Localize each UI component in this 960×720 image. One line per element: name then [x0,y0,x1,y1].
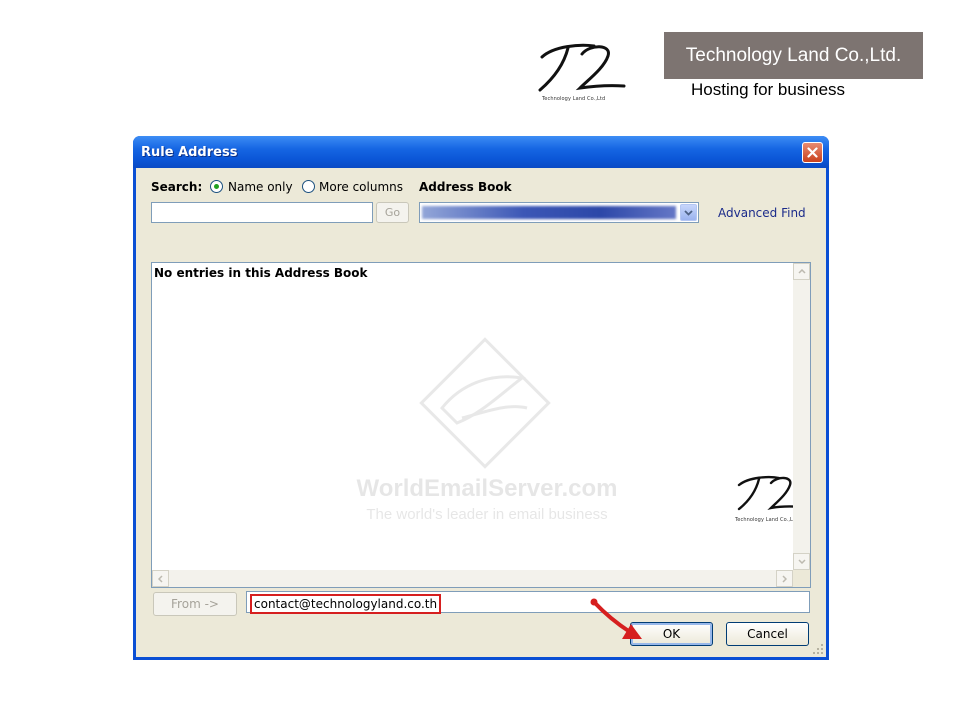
empty-list-message: No entries in this Address Book [154,266,368,280]
radio-more-columns[interactable] [302,180,315,193]
scroll-left-button[interactable] [152,570,169,587]
list-logo-caption: Technology Land Co.,Ltd [735,517,799,523]
cancel-button[interactable]: Cancel [726,622,809,646]
chevron-down-icon [684,209,693,216]
dialog-title: Rule Address [141,145,238,160]
address-book-select[interactable] [419,202,699,223]
from-field-value: contact@technologyland.co.th [250,594,442,614]
title-bar[interactable]: Rule Address [133,136,829,168]
radio-name-only[interactable] [210,180,223,193]
resize-grip-icon[interactable] [812,643,824,655]
scroll-down-button[interactable] [793,553,810,570]
close-icon [807,147,818,158]
from-button[interactable]: From -> [153,592,237,616]
search-input[interactable] [151,202,373,223]
vertical-scrollbar[interactable] [793,263,810,570]
logo-caption: Technology Land Co.,Ltd [542,96,606,102]
search-label: Search: [151,180,203,194]
watermark-title: WorldEmailServer.com [356,475,618,502]
watermark-graphic [419,337,551,469]
scrollbar-corner [793,570,810,587]
from-field[interactable]: contact@technologyland.co.th [246,591,810,614]
dropdown-button[interactable] [680,204,697,221]
brand-banner: Technology Land Co.,Ltd. [664,32,923,79]
watermark: WorldEmailServer.com The world's leader … [322,333,652,533]
chevron-up-icon [797,269,806,274]
company-logo: Technology Land Co.,Ltd [532,40,628,104]
ok-button[interactable]: OK [630,622,713,646]
dialog-body: Search: Name only More columns Address B… [136,168,826,657]
close-button[interactable] [802,142,823,163]
radio-name-only-label[interactable]: Name only [228,180,293,194]
address-book-label: Address Book [419,180,512,194]
horizontal-scrollbar[interactable] [152,570,793,587]
scroll-up-button[interactable] [793,263,810,280]
address-list[interactable]: No entries in this Address Book WorldEma… [151,262,811,588]
address-book-selected-value [422,206,676,219]
tagline: Hosting for business [691,80,846,99]
chevron-down-icon [797,559,806,564]
advanced-find-link[interactable]: Advanced Find [718,206,806,220]
go-button[interactable]: Go [376,202,409,223]
chevron-right-icon [782,574,787,583]
radio-more-columns-label[interactable]: More columns [319,180,403,194]
chevron-left-icon [158,574,163,583]
scroll-right-button[interactable] [776,570,793,587]
rule-address-dialog: Rule Address Search: Name only More colu… [133,136,829,660]
watermark-subtitle: The world's leader in email business [366,506,608,523]
